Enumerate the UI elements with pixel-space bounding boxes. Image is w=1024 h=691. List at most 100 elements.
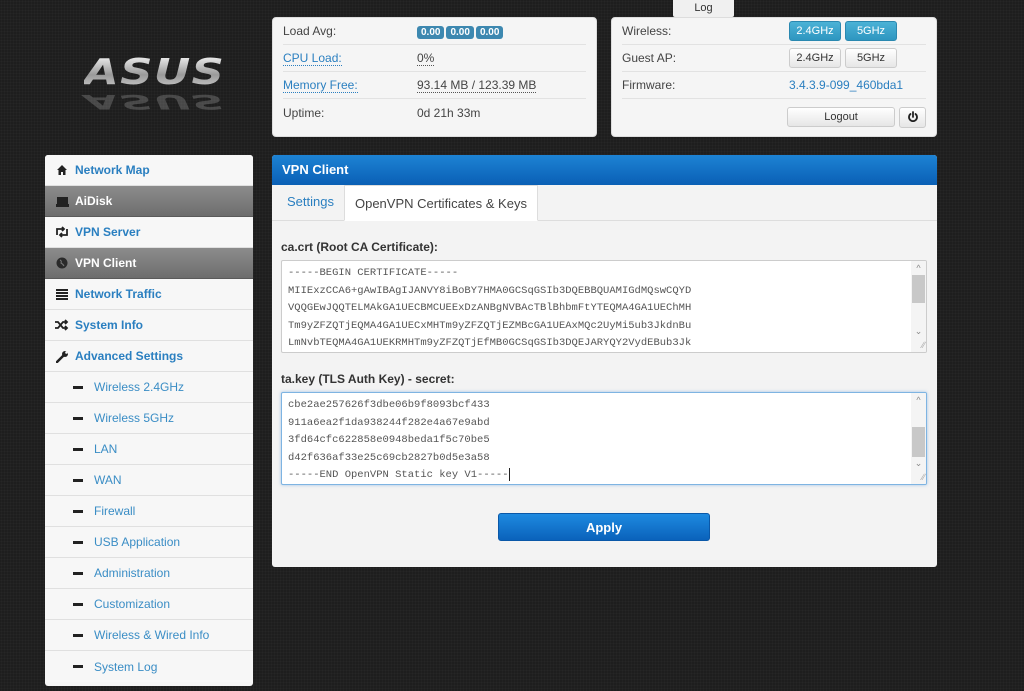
ta-key-textarea[interactable]: cbe2ae257626f3dbe06b9f8093bcf433 911a6ea… — [281, 392, 927, 485]
wireless-status-card: Wireless: 2.4GHz 5GHz Guest AP: 2.4GHz 5… — [611, 17, 937, 137]
dash-icon — [73, 665, 83, 668]
panel-title: VPN Client — [272, 155, 937, 185]
ta-key-label: ta.key (TLS Auth Key) - secret: — [281, 372, 455, 386]
sidebar-item-aidisk[interactable]: AiDisk — [45, 186, 253, 217]
sidebar-item-system-info[interactable]: System Info — [45, 310, 253, 341]
firmware-version-link[interactable]: 3.4.3.9-099_460bda1 — [789, 78, 903, 92]
home-icon — [55, 163, 69, 177]
uptime-label: Uptime: — [283, 105, 325, 120]
load-avg-badge-2: 0.00 — [446, 25, 474, 39]
sidebar-subitem-label: WAN — [94, 473, 122, 487]
ca-cert-textarea[interactable]: -----BEGIN CERTIFICATE----- MIIExzCCA6+g… — [281, 260, 927, 353]
dash-icon — [73, 478, 83, 482]
ca-cert-text: -----BEGIN CERTIFICATE----- MIIExzCCA6+g… — [288, 267, 692, 349]
tab-openvpn-certificates-keys[interactable]: OpenVPN Certificates & Keys — [343, 185, 538, 221]
dash-icon — [73, 447, 83, 451]
shuffle-icon — [55, 318, 69, 332]
sidebar-subitem-administration[interactable]: Administration — [45, 558, 253, 589]
ta-key-text: cbe2ae257626f3dbe06b9f8093bcf433 911a6ea… — [282, 393, 926, 484]
sidebar-nav: Network Map AiDisk VPN Server VPN Client… — [45, 155, 253, 686]
sidebar-item-label: Network Traffic — [75, 287, 162, 301]
text-caret — [508, 467, 510, 481]
load-avg-badge-3: 0.00 — [475, 25, 504, 39]
resize-handle-icon[interactable]: ∕∕ — [913, 339, 925, 351]
sidebar-item-label: Advanced Settings — [75, 349, 184, 363]
sidebar-item-vpn-server[interactable]: VPN Server — [45, 217, 253, 248]
scroll-up-icon[interactable]: ^ — [911, 261, 926, 275]
scroll-thumb[interactable] — [912, 275, 925, 303]
uptime-row: Uptime: 0d 21h 33m — [283, 99, 586, 126]
cpu-load-value: 0% — [417, 50, 435, 66]
power-icon — [907, 111, 918, 123]
scroll-thumb[interactable] — [912, 427, 925, 457]
dash-icon — [73, 540, 83, 544]
sidebar-item-label: System Info — [75, 318, 144, 332]
power-button[interactable] — [899, 106, 926, 128]
sidebar-item-network-traffic[interactable]: Network Traffic — [45, 279, 253, 310]
sidebar-subitem-label: USB Application — [94, 535, 181, 549]
sidebar-subitem-label: Wireless 2.4GHz — [94, 380, 185, 394]
sidebar-subitem-customization[interactable]: Customization — [45, 589, 253, 620]
sidebar-subitem-wireless-5ghz[interactable]: Wireless 5GHz — [45, 403, 253, 434]
vpn-client-panel: VPN Client Settings OpenVPN Certificates… — [272, 155, 937, 567]
disk-icon — [55, 194, 69, 208]
system-status-card: Load Avg: 0.00 0.00 0.00 CPU Load: 0% Memo… — [272, 17, 597, 137]
guest-5ghz-button[interactable]: 5GHz — [845, 48, 897, 68]
ca-cert-label: ca.crt (Root CA Certificate): — [281, 240, 438, 254]
sidebar-subitem-wireless-wired-info[interactable]: Wireless & Wired Info — [45, 620, 253, 651]
load-avg-values: 0.00 0.00 0.00 — [417, 24, 505, 39]
sidebar-subitem-wireless-24ghz[interactable]: Wireless 2.4GHz — [45, 372, 253, 403]
cpu-row: CPU Load: 0% — [283, 45, 586, 72]
sidebar-subitem-label: Wireless 5GHz — [94, 411, 175, 425]
logo-text: ASUS — [84, 55, 259, 91]
logo-reflection: ASUS — [84, 90, 226, 113]
dash-icon — [73, 385, 83, 389]
sidebar-item-label: Network Map — [75, 163, 150, 177]
dash-icon — [73, 602, 83, 606]
scroll-up-icon[interactable]: ^ — [911, 393, 926, 407]
guest-24ghz-button[interactable]: 2.4GHz — [789, 48, 841, 68]
firmware-label: Firmware: — [622, 78, 676, 92]
cpu-load-link[interactable]: CPU Load: — [283, 51, 342, 66]
dash-icon — [73, 509, 83, 513]
wrench-icon — [55, 349, 69, 363]
wireless-24ghz-button[interactable]: 2.4GHz — [789, 21, 841, 41]
sidebar-item-label: AiDisk — [75, 194, 113, 208]
sidebar-subitem-wan[interactable]: WAN — [45, 465, 253, 496]
sidebar-subitem-usb-application[interactable]: USB Application — [45, 527, 253, 558]
memory-free-link[interactable]: Memory Free: — [283, 78, 358, 93]
log-tab[interactable]: Log — [673, 0, 734, 17]
firmware-row: Firmware: 3.4.3.9-099_460bda1 — [622, 72, 926, 99]
sidebar-subitem-firewall[interactable]: Firewall — [45, 496, 253, 527]
sidebar-item-vpn-client[interactable]: VPN Client — [45, 248, 253, 279]
globe-icon — [55, 256, 69, 270]
logout-button[interactable]: Logout — [786, 107, 896, 127]
dash-icon — [73, 416, 83, 420]
dash-icon — [73, 571, 83, 575]
sidebar-subitem-lan[interactable]: LAN — [45, 434, 253, 465]
resize-handle-icon[interactable]: ∕∕ — [913, 471, 925, 483]
sidebar-item-advanced-settings[interactable]: Advanced Settings — [45, 341, 253, 372]
sidebar-subitem-label: Administration — [94, 566, 171, 580]
apply-button[interactable]: Apply — [498, 513, 710, 541]
logout-row: Logout — [622, 99, 926, 135]
load-avg-row: Load Avg: 0.00 0.00 0.00 — [283, 18, 586, 45]
guest-ap-label: Guest AP: — [622, 51, 677, 65]
tab-settings[interactable]: Settings — [277, 184, 344, 220]
scroll-down-icon[interactable]: ⌄ — [911, 456, 926, 470]
sidebar-subitem-label: System Log — [94, 659, 158, 674]
sidebar-subitem-label: Customization — [94, 597, 171, 611]
wireless-5ghz-button[interactable]: 5GHz — [845, 21, 897, 41]
asus-logo: ASUS ASUS — [84, 55, 226, 125]
sidebar-subitem-label: Wireless & Wired Info — [94, 628, 210, 642]
scroll-down-icon[interactable]: ⌄ — [911, 324, 926, 338]
load-avg-badge-1: 0.00 — [417, 25, 445, 39]
uptime-value: 0d 21h 33m — [417, 105, 481, 120]
sidebar-subitem-label: LAN — [94, 442, 118, 456]
guest-ap-row: Guest AP: 2.4GHz 5GHz — [622, 45, 926, 72]
sidebar-item-network-map[interactable]: Network Map — [45, 155, 253, 186]
sidebar-subitem-system-log[interactable]: System Log — [45, 651, 253, 682]
memory-row: Memory Free: 93.14 MB / 123.39 MB — [283, 72, 586, 99]
sidebar-subitem-label: Firewall — [94, 504, 136, 518]
memory-free-value: 93.14 MB / 123.39 MB — [417, 77, 537, 93]
